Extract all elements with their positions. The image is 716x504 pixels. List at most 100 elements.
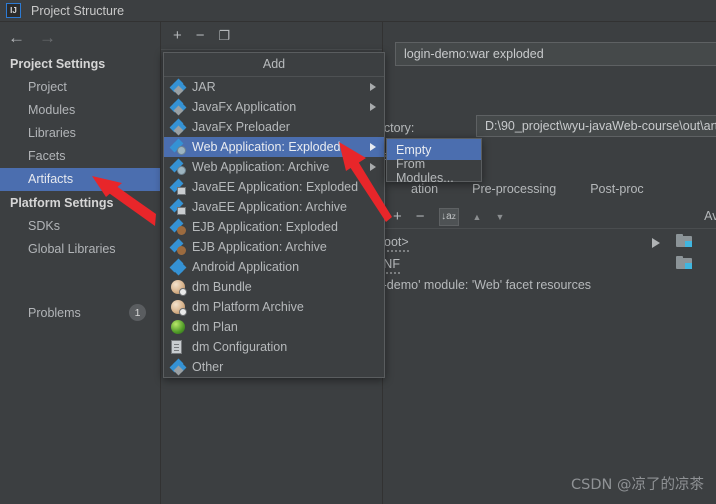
available-elements-label: Availa: [704, 209, 716, 223]
sidebar-item-facets[interactable]: Facets: [0, 145, 160, 168]
javaee-app-icon: [169, 198, 186, 215]
sidebar-item-modules[interactable]: Modules: [0, 99, 160, 122]
sidebar-item-artifacts[interactable]: Artifacts: [0, 168, 160, 191]
tree-row[interactable]: put root>: [383, 235, 409, 252]
intellij-idea-icon: IJ: [6, 3, 21, 18]
navigation-arrows: ← →: [0, 22, 160, 52]
watermark: CSDN @凉了的凉茶: [571, 477, 704, 493]
menu-item-javaee-application-archive[interactable]: JavaEE Application: Archive: [164, 197, 384, 217]
problems-count-badge: 1: [129, 304, 146, 321]
output-directory-label: directory:: [383, 121, 415, 135]
menu-item-dm-plan[interactable]: dm Plan: [164, 317, 384, 337]
plus-icon[interactable]: +: [393, 209, 402, 224]
sidebar-group-platform-settings: Platform Settings: [10, 196, 114, 210]
settings-sidebar: ← → Project Settings Project Modules Lib…: [0, 22, 161, 504]
menu-item-label: dm Bundle: [192, 280, 252, 294]
sidebar-item-problems[interactable]: Problems 1: [0, 300, 160, 325]
arrow-down-icon[interactable]: ▼: [495, 212, 504, 222]
javaee-app-icon: [169, 178, 186, 195]
menu-item-android-application[interactable]: Android Application: [164, 257, 384, 277]
sidebar-item-global-libraries[interactable]: Global Libraries: [0, 238, 160, 261]
tree-row-label: EB-INF: [383, 257, 400, 274]
menu-item-label: EJB Application: Archive: [192, 240, 327, 254]
plus-icon[interactable]: +: [173, 28, 182, 43]
dm-bundle-icon: [171, 280, 187, 296]
output-directory-input[interactable]: D:\90_project\wyu-javaWeb-course\out\art…: [476, 115, 716, 137]
web-application-exploded-submenu: Empty From Modules...: [386, 138, 482, 185]
ejb-app-icon: [169, 218, 186, 235]
dm-configuration-icon: [171, 340, 182, 354]
arrow-right-icon[interactable]: →: [39, 29, 56, 46]
app-logo-text: IJ: [10, 5, 17, 15]
window-title-bar: IJ Project Structure: [0, 0, 716, 22]
menu-item-web-application-archive[interactable]: Web Application: Archive: [164, 157, 384, 177]
arrow-left-icon[interactable]: ←: [8, 29, 25, 46]
menu-item-javaee-application-exploded[interactable]: JavaEE Application: Exploded: [164, 177, 384, 197]
menu-item-label: Web Application: Archive: [192, 160, 330, 174]
menu-item-label: JavaEE Application: Archive: [192, 200, 347, 214]
menu-item-ejb-application-exploded[interactable]: EJB Application: Exploded: [164, 217, 384, 237]
tree-row-label: ogin-demo' module: 'Web' facet resources: [383, 278, 592, 292]
problems-label: Problems: [28, 305, 81, 320]
copy-icon[interactable]: ❐: [219, 29, 231, 42]
ejb-app-icon: [169, 238, 186, 255]
menu-item-dm-platform-archive[interactable]: dm Platform Archive: [164, 297, 384, 317]
minus-icon[interactable]: −: [416, 209, 425, 224]
javafx-icon: [169, 98, 187, 116]
chevron-right-icon: [370, 83, 376, 91]
menu-item-label: JavaFx Preloader: [192, 120, 290, 134]
other-icon: [169, 358, 187, 376]
menu-item-label: JavaFx Application: [192, 100, 297, 114]
sidebar-group-project-settings: Project Settings: [10, 57, 106, 71]
chevron-right-icon: [370, 143, 376, 151]
menu-item-dm-bundle[interactable]: dm Bundle: [164, 277, 384, 297]
artifact-details-panel: login-demo:war exploded directory: D:\90…: [383, 22, 716, 504]
menu-item-label: Android Application: [192, 260, 300, 274]
menu-item-javafx-application[interactable]: JavaFx Application: [164, 97, 384, 117]
menu-item-label: JavaEE Application: Exploded: [192, 180, 359, 194]
javafx-icon: [169, 118, 187, 136]
dm-platform-icon: [171, 300, 187, 316]
artifacts-toolbar: + − ❐: [161, 22, 382, 50]
menu-item-label: EJB Application: Exploded: [192, 220, 338, 234]
sort-az-icon[interactable]: ↓a z: [438, 207, 459, 226]
menu-item-label: JAR: [192, 80, 216, 94]
minus-icon[interactable]: −: [196, 28, 205, 43]
menu-item-label: Web Application: Exploded: [192, 140, 341, 154]
menu-item-dm-configuration[interactable]: dm Configuration: [164, 337, 384, 357]
menu-item-jar[interactable]: JAR: [164, 77, 384, 97]
sidebar-item-project[interactable]: Project: [0, 76, 160, 99]
web-app-icon: [169, 138, 186, 155]
add-menu-title: Add: [164, 53, 384, 77]
menu-item-other[interactable]: Other: [164, 357, 384, 377]
tab-pre-processing[interactable]: Pre-processing: [472, 182, 556, 198]
menu-item-label: dm Configuration: [192, 340, 288, 354]
chevron-right-icon: [370, 163, 376, 171]
menu-item-label: Other: [192, 360, 224, 374]
menu-item-label: dm Plan: [192, 320, 238, 334]
menu-item-label: dm Platform Archive: [192, 300, 304, 314]
android-app-icon: [169, 258, 187, 276]
sidebar-item-sdks[interactable]: SDKs: [0, 215, 160, 238]
web-app-icon: [169, 158, 186, 175]
folder-icon[interactable]: [676, 234, 692, 247]
submenu-item-from-modules[interactable]: From Modules...: [387, 157, 481, 185]
dm-plan-icon: [171, 320, 185, 334]
sidebar-item-libraries[interactable]: Libraries: [0, 122, 160, 145]
menu-item-web-application-exploded[interactable]: Web Application: Exploded: [164, 137, 384, 157]
tree-row[interactable]: ogin-demo' module: 'Web' facet resources: [383, 278, 591, 292]
menu-item-ejb-application-archive[interactable]: EJB Application: Archive: [164, 237, 384, 257]
tree-row[interactable]: EB-INF: [383, 257, 400, 274]
tree-row-label: put root>: [383, 235, 409, 252]
chevron-right-icon: [370, 103, 376, 111]
artifact-name-input[interactable]: login-demo:war exploded: [395, 42, 716, 66]
arrow-up-icon[interactable]: ▲: [473, 212, 482, 222]
menu-item-javafx-preloader[interactable]: JavaFx Preloader: [164, 117, 384, 137]
expand-triangle-icon[interactable]: [652, 238, 660, 248]
window-title: Project Structure: [31, 3, 125, 18]
jar-icon: [169, 78, 187, 96]
folder-icon[interactable]: [676, 256, 692, 269]
tab-post-processing[interactable]: Post-proc: [590, 182, 644, 198]
add-artifact-menu: Add JAR JavaFx Application JavaFx Preloa…: [163, 52, 385, 378]
output-layout-toolbar: + − ↓a z ▲ ▼: [383, 205, 716, 229]
